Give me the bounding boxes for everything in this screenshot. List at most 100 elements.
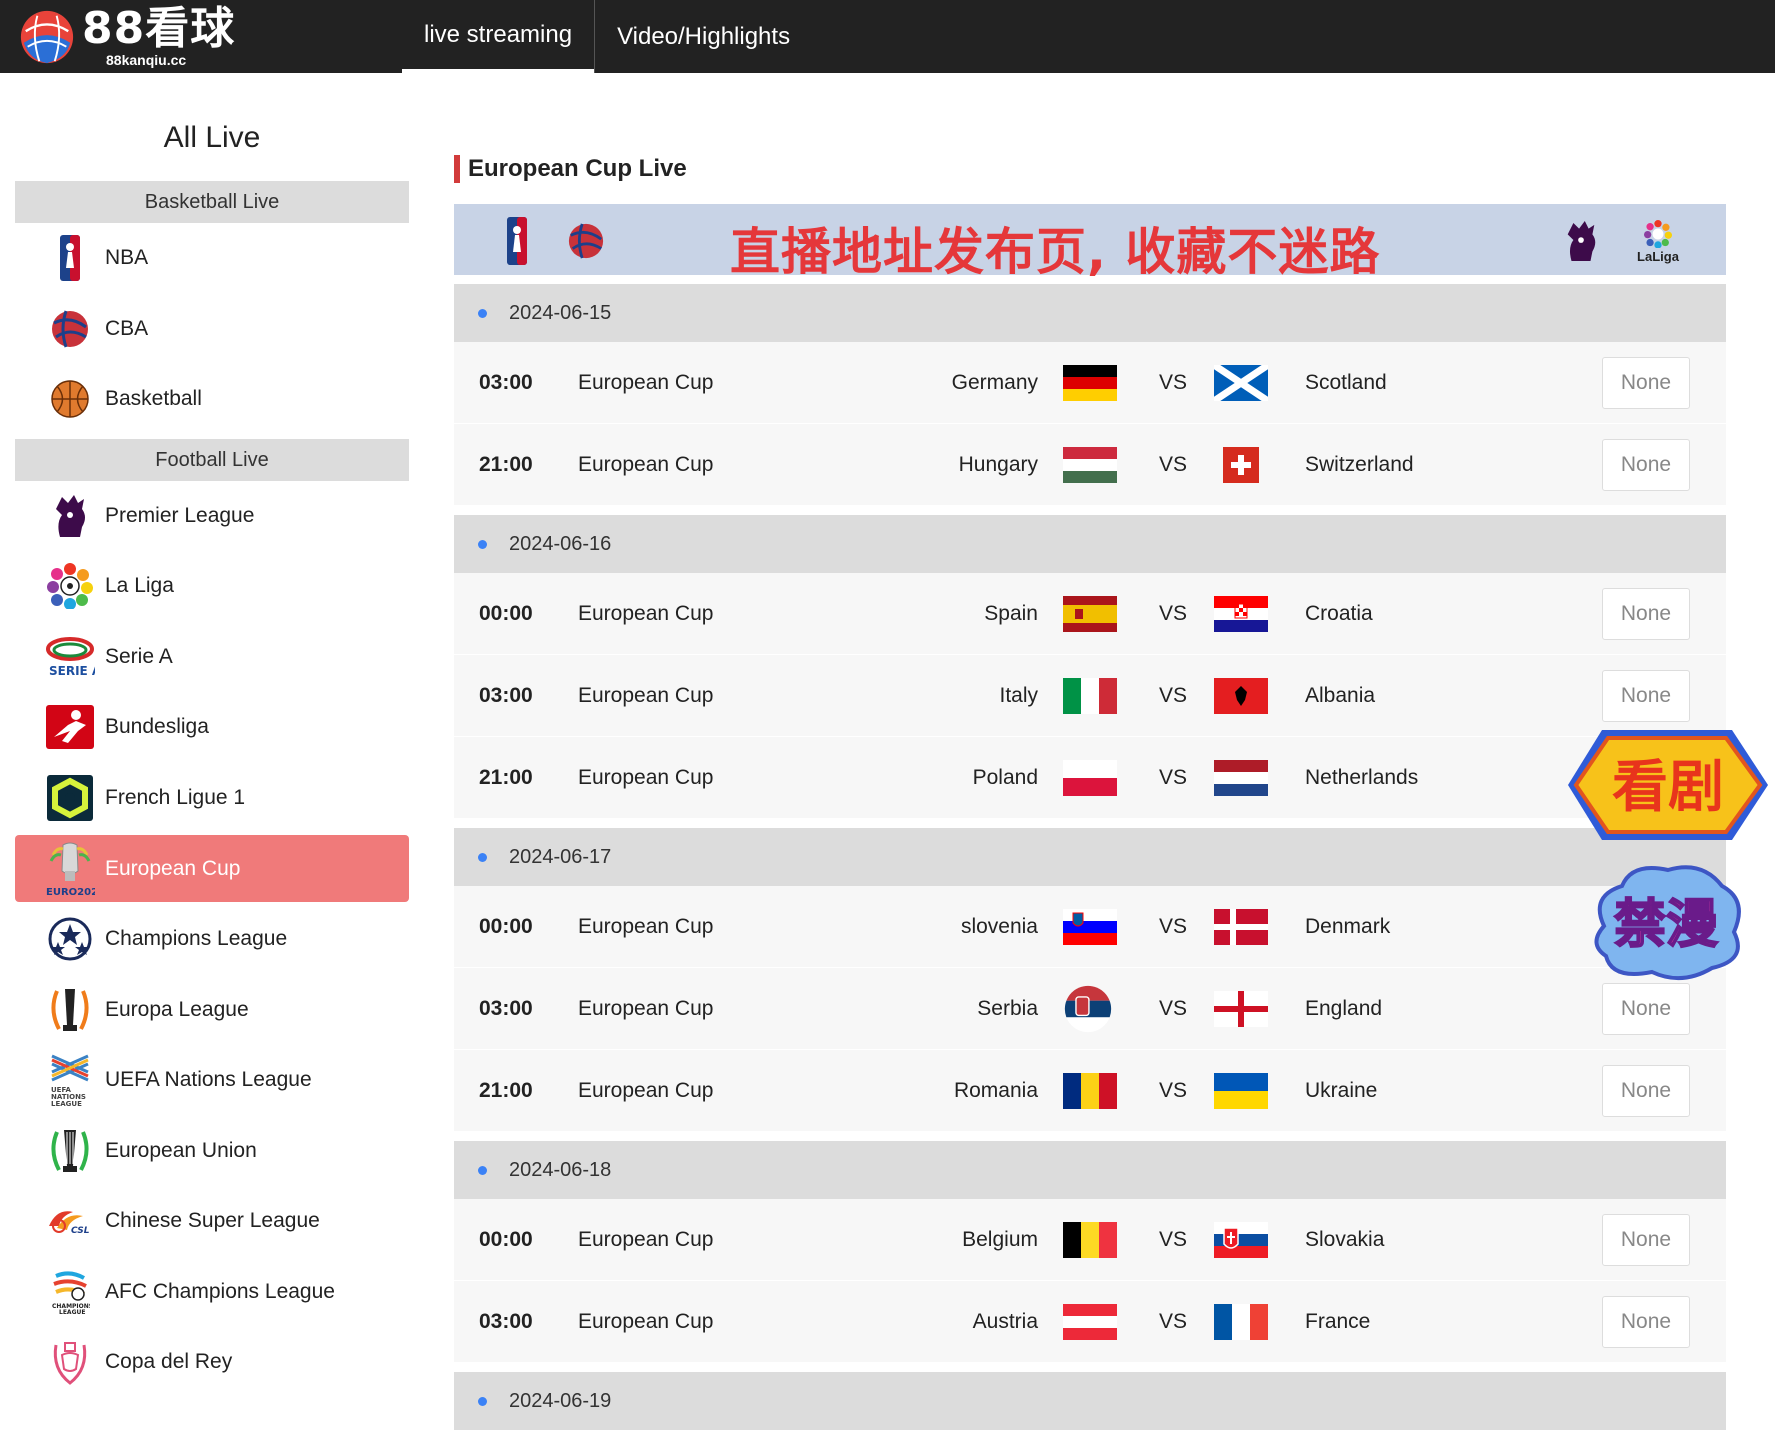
sidebar-item-label: AFC Champions League (105, 1279, 335, 1303)
sidebar-item-basketball[interactable]: Basketball (15, 364, 409, 435)
match-schedule: 2024-06-15 03:00 European Cup Germany VS… (454, 284, 1726, 1430)
germany-flag-icon (1063, 364, 1117, 401)
home-team-name: Belgium (962, 1227, 1038, 1251)
home-team-name: Hungary (958, 452, 1038, 476)
match-time: 21:00 (479, 1078, 533, 1102)
stream-link-button[interactable]: None (1602, 1064, 1690, 1117)
croatia-flag-icon (1214, 595, 1268, 632)
vs-label: VS (1159, 914, 1188, 938)
hungary-flag-icon (1063, 446, 1117, 483)
france-flag-icon (1214, 1303, 1268, 1340)
match-row[interactable]: 21:00 European Cup Hungary VS Switzerlan… (454, 424, 1726, 506)
stream-link-button[interactable]: None (1602, 356, 1690, 409)
vs-label: VS (1159, 601, 1188, 625)
sidebar-item-ligue1[interactable]: French Ligue 1 (15, 763, 409, 834)
home-team-name: Spain (984, 601, 1038, 625)
ad-badge-kanju[interactable]: 看剧 (1562, 720, 1774, 850)
sidebar-item-la-liga[interactable]: La Liga (15, 551, 409, 622)
match-time: 03:00 (479, 370, 533, 394)
away-team-name: England (1305, 996, 1383, 1020)
match-row[interactable]: 00:00 European Cup Spain VS Croatia None (454, 573, 1726, 655)
vs-label: VS (1159, 370, 1188, 394)
cba-logo-icon (43, 302, 97, 356)
match-row[interactable]: 21:00 European Cup Poland VS Netherlands… (454, 737, 1726, 819)
match-league: European Cup (578, 601, 714, 625)
sidebar-item-label: Premier League (105, 503, 255, 527)
sidebar-item-csl[interactable]: CSL Chinese Super League (15, 1186, 409, 1257)
match-league: European Cup (578, 914, 714, 938)
sidebar-item-bundesliga[interactable]: Bundesliga (15, 692, 409, 763)
sidebar-title: All Live (163, 121, 261, 154)
stream-link-button[interactable]: None (1602, 982, 1690, 1035)
basketball-icon (43, 372, 97, 426)
sidebar-item-copa-del-rey[interactable]: Copa del Rey (15, 1327, 409, 1398)
top-navbar: 88看球 88kanqiu.cc live streaming Video/Hi… (0, 0, 1775, 73)
sidebar-item-label: Champions League (105, 927, 288, 951)
home-team-name: Romania (953, 1078, 1038, 1102)
logo-title: 88看球 (82, 3, 236, 54)
slovenia-flag-icon (1063, 908, 1117, 945)
match-time: 03:00 (479, 996, 533, 1020)
sidebar-item-premier-league[interactable]: Premier League (15, 481, 409, 552)
ad-badge-jinman[interactable]: 禁漫 (1582, 856, 1750, 988)
stream-link-button[interactable]: None (1602, 669, 1690, 722)
laliga-label: LaLiga (1637, 249, 1679, 264)
sidebar-item-european-cup[interactable]: EURO2024 European Cup (15, 835, 409, 902)
stream-link-button[interactable]: None (1602, 1295, 1690, 1348)
sidebar-item-nba[interactable]: NBA (15, 223, 409, 294)
italy-flag-icon (1063, 677, 1117, 714)
match-time: 00:00 (479, 914, 533, 938)
slovakia-flag-icon (1214, 1221, 1268, 1258)
stream-link-button[interactable]: None (1602, 1213, 1690, 1266)
main-content: European Cup Live 直播地址发布页, 收藏不迷路 LaLiga … (454, 73, 1726, 1430)
date-label: 2024-06-15 (509, 301, 612, 324)
sidebar-item-serie-a[interactable]: SERIE A Serie A (15, 622, 409, 693)
stream-link-button[interactable]: None (1602, 438, 1690, 491)
match-row[interactable]: 03:00 European Cup Austria VS France Non… (454, 1281, 1726, 1363)
date-label: 2024-06-19 (509, 1389, 612, 1412)
nba-logo-icon (43, 231, 97, 285)
home-team-name: Serbia (977, 996, 1038, 1020)
date-bullet-icon (478, 308, 487, 318)
match-row[interactable]: 03:00 European Cup Serbia VS England Non… (454, 968, 1726, 1050)
page-title: European Cup Live (454, 155, 1726, 183)
denmark-flag-icon (1214, 908, 1268, 945)
nav-live-streaming[interactable]: live streaming (402, 0, 595, 73)
sidebar-item-afc[interactable]: CHAMPIONS LEAGUE AFC Champions League (15, 1257, 409, 1328)
sidebar: All Live Basketball Live NBA CBA Basketb… (15, 73, 409, 1398)
sidebar-item-label: Serie A (105, 644, 173, 668)
match-row[interactable]: 03:00 European Cup Italy VS Albania None (454, 655, 1726, 737)
sidebar-item-european-union[interactable]: European Union (15, 1116, 409, 1187)
match-time: 03:00 (479, 1309, 533, 1333)
date-label: 2024-06-16 (509, 532, 612, 555)
date-label: 2024-06-17 (509, 845, 612, 868)
site-logo[interactable]: 88看球 88kanqiu.cc (18, 6, 235, 68)
away-team-name: Netherlands (1305, 765, 1419, 789)
sidebar-item-cba[interactable]: CBA (15, 294, 409, 365)
switzerland-flag-icon (1214, 446, 1268, 483)
away-team-name: Albania (1305, 683, 1376, 707)
page-title-text: European Cup Live (468, 155, 687, 182)
bundesliga-icon (43, 700, 97, 754)
match-row[interactable]: 00:00 European Cup slovenia VS Denmark N… (454, 886, 1726, 968)
match-row[interactable]: 03:00 European Cup Germany VS Scotland N… (454, 342, 1726, 424)
nav-video-highlights[interactable]: Video/Highlights (595, 0, 812, 73)
sidebar-item-europa-league[interactable]: Europa League (15, 975, 409, 1046)
match-row[interactable]: 00:00 European Cup Belgium VS Slovakia N… (454, 1199, 1726, 1281)
vs-label: VS (1159, 765, 1188, 789)
champions-league-icon (43, 912, 97, 966)
premier-league-icon (43, 489, 97, 543)
match-time: 21:00 (479, 765, 533, 789)
copa-del-rey-icon (43, 1335, 97, 1389)
main-nav: live streaming Video/Highlights (402, 0, 812, 73)
sidebar-item-nations-league[interactable]: UEFA NATIONS LEAGUE UEFA Nations League (15, 1045, 409, 1116)
match-time: 00:00 (479, 1227, 533, 1251)
match-row[interactable]: 21:00 European Cup Romania VS Ukraine No… (454, 1050, 1726, 1132)
stream-link-button[interactable]: None (1602, 587, 1690, 640)
csl-icon: CSL (43, 1194, 97, 1248)
home-team-name: slovenia (960, 914, 1038, 938)
announcement-banner[interactable]: 直播地址发布页, 收藏不迷路 LaLiga (454, 204, 1726, 281)
sidebar-item-label: NBA (105, 246, 149, 270)
europa-league-icon (43, 983, 97, 1037)
sidebar-item-champions-league[interactable]: Champions League (15, 904, 409, 975)
